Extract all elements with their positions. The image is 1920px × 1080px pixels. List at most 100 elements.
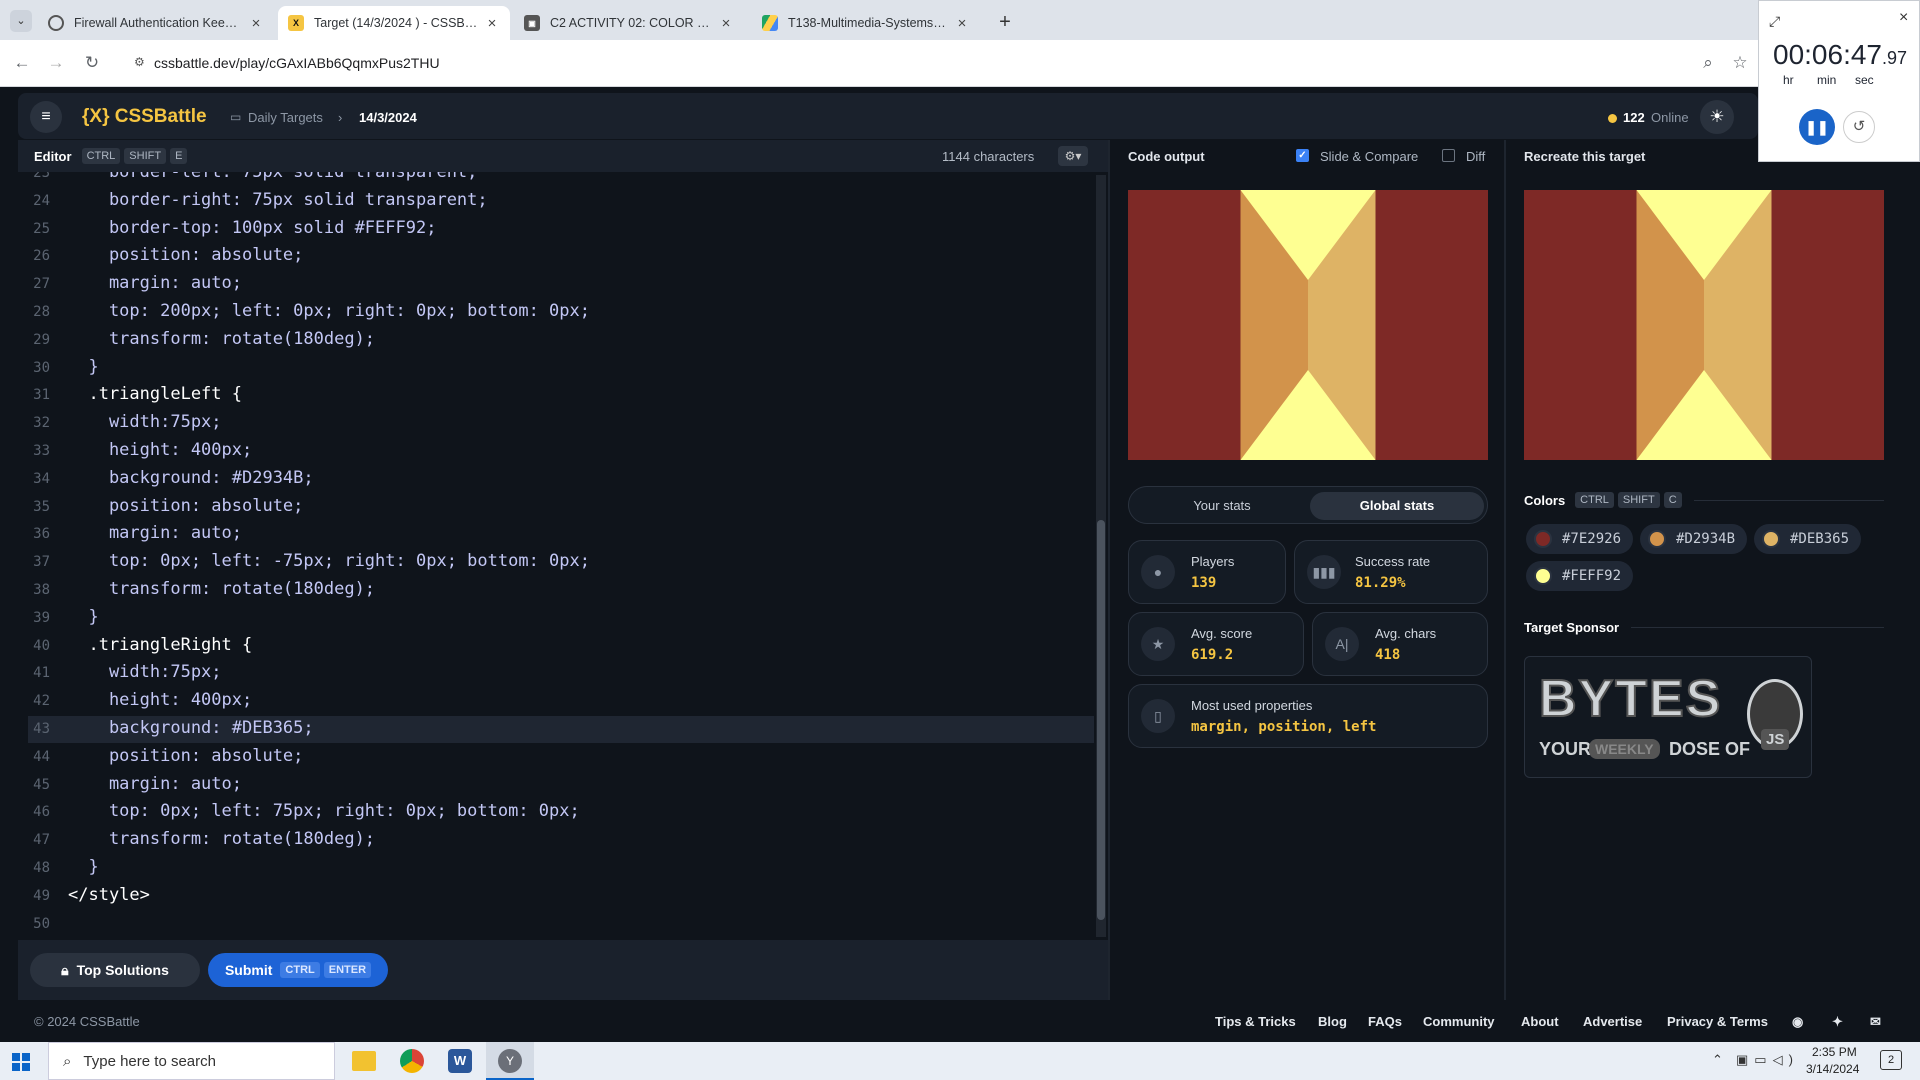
- tray-chevron-icon[interactable]: ⌃: [1712, 1052, 1723, 1068]
- forward-icon[interactable]: →: [44, 51, 68, 75]
- tray-icons[interactable]: ▣▭◁): [1736, 1052, 1799, 1068]
- code-line[interactable]: .triangleRight {: [68, 635, 252, 655]
- footer-link-faqs[interactable]: FAQs: [1368, 1014, 1402, 1029]
- close-tab-icon[interactable]: ×: [718, 15, 734, 32]
- browser-tab-active[interactable]: X Target (14/3/2024 ) - CSSBattle ×: [278, 6, 510, 40]
- code-line[interactable]: border-top: 100px solid #FEFF92;: [68, 218, 437, 238]
- color-chip[interactable]: #FEFF92: [1526, 561, 1634, 591]
- app-icon-active[interactable]: Y: [486, 1042, 534, 1080]
- footer-link-privacy[interactable]: Privacy & Terms: [1667, 1014, 1768, 1029]
- submit-button[interactable]: Submit CTRL ENTER: [208, 953, 388, 987]
- reset-button[interactable]: ↺: [1843, 111, 1875, 143]
- zoom-icon[interactable]: ⌕: [1696, 51, 1720, 75]
- close-icon[interactable]: ×: [1899, 9, 1908, 27]
- avg-chars-label: Avg. chars: [1375, 626, 1437, 641]
- sponsor-card[interactable]: BYTES YOUR WEEKLY DOSE OF JS: [1524, 656, 1812, 778]
- taskbar: ⌕ Type here to search W Y ⌃ ▣▭◁) 2:35 PM…: [0, 1042, 1920, 1080]
- scrollbar-thumb[interactable]: [1097, 520, 1105, 920]
- theme-toggle-icon[interactable]: ☀: [1700, 100, 1734, 134]
- code-line[interactable]: background: #D2934B;: [68, 468, 314, 488]
- notification-icon[interactable]: 2: [1880, 1050, 1902, 1070]
- cssbattle-logo[interactable]: {X} CSSBattle: [82, 106, 207, 128]
- footer-link-tips[interactable]: Tips & Tricks: [1215, 1014, 1296, 1029]
- color-chip[interactable]: #DEB365: [1754, 524, 1862, 554]
- slide-compare-label[interactable]: Slide & Compare: [1320, 149, 1418, 164]
- diff-label[interactable]: Diff: [1466, 149, 1485, 164]
- twitter-icon[interactable]: ✦: [1832, 1014, 1843, 1030]
- file-explorer-icon[interactable]: [352, 1051, 376, 1071]
- color-chip[interactable]: #D2934B: [1640, 524, 1748, 554]
- word-icon[interactable]: W: [448, 1049, 472, 1073]
- code-line[interactable]: transform: rotate(180deg);: [68, 579, 375, 599]
- timer-widget[interactable]: ⤢ × 00:06:47.97 hr min sec ❚❚ ↺: [1758, 0, 1920, 162]
- slide-compare-checkbox[interactable]: ✓: [1296, 149, 1309, 162]
- clock-time[interactable]: 2:35 PM: [1812, 1045, 1857, 1059]
- code-line[interactable]: .triangleLeft {: [68, 384, 242, 404]
- target-preview[interactable]: [1524, 190, 1884, 460]
- taskbar-search-field[interactable]: ⌕ Type here to search: [48, 1042, 335, 1080]
- code-line[interactable]: top: 0px; left: 75px; right: 0px; bottom…: [68, 801, 580, 821]
- code-line[interactable]: }: [68, 607, 98, 627]
- code-line[interactable]: </style>: [68, 885, 150, 905]
- color-chip[interactable]: #7E2926: [1526, 524, 1634, 554]
- footer-link-community[interactable]: Community: [1423, 1014, 1495, 1029]
- code-line[interactable]: width:75px;: [68, 662, 222, 682]
- code-editor[interactable]: 23 border-left: 75px solid transparent; 2…: [18, 172, 1094, 940]
- code-line[interactable]: height: 400px;: [68, 690, 252, 710]
- timer-display: 00:06:47.97: [1773, 39, 1907, 71]
- footer-link-about[interactable]: About: [1521, 1014, 1559, 1029]
- code-line[interactable]: position: absolute;: [68, 496, 303, 516]
- code-line[interactable]: border-right: 75px solid transparent;: [68, 190, 488, 210]
- reload-icon[interactable]: ↻: [80, 51, 104, 75]
- line-number: 44: [33, 748, 50, 765]
- new-tab-button[interactable]: +: [992, 9, 1018, 35]
- code-line[interactable]: top: 200px; left: 0px; right: 0px; botto…: [68, 301, 590, 321]
- code-line[interactable]: height: 400px;: [68, 440, 252, 460]
- color-code: #7E2926: [1562, 531, 1622, 547]
- browser-tab[interactable]: T138-Multimedia-Systems-Doc ×: [752, 6, 980, 40]
- close-tab-icon[interactable]: ×: [954, 15, 970, 32]
- code-line[interactable]: }: [68, 857, 98, 877]
- browser-tab[interactable]: ▣ C2 ACTIVITY 02: COLOR GENER ×: [514, 6, 744, 40]
- pause-button[interactable]: ❚❚: [1799, 109, 1835, 145]
- chrome-icon[interactable]: [400, 1049, 424, 1073]
- code-line[interactable]: width:75px;: [68, 412, 222, 432]
- site-info-icon[interactable]: ⚙: [134, 55, 145, 69]
- top-solutions-button[interactable]: 🔒︎ Top Solutions: [30, 953, 200, 987]
- discord-icon[interactable]: ◉: [1792, 1014, 1803, 1030]
- footer-link-advertise[interactable]: Advertise: [1583, 1014, 1642, 1029]
- bookmark-star-icon[interactable]: ☆: [1728, 51, 1752, 75]
- tab-global-stats[interactable]: Global stats: [1310, 492, 1484, 520]
- editor-settings-icon[interactable]: ⚙▾: [1058, 146, 1088, 166]
- breadcrumb-daily-targets[interactable]: Daily Targets: [248, 110, 323, 125]
- windows-start-icon[interactable]: [12, 1053, 30, 1071]
- back-icon[interactable]: ←: [10, 51, 34, 75]
- code-line[interactable]: margin: auto;: [68, 523, 242, 543]
- code-line[interactable]: }: [68, 357, 98, 377]
- close-tab-icon[interactable]: ×: [248, 15, 264, 32]
- code-output-preview[interactable]: [1128, 190, 1488, 460]
- browser-tab[interactable]: Firewall Authentication Keepali ×: [38, 6, 274, 40]
- code-line[interactable]: background: #DEB365;: [68, 718, 314, 738]
- tab-search-button[interactable]: ⌄: [10, 10, 32, 32]
- code-line[interactable]: margin: auto;: [68, 774, 242, 794]
- cssbattle-icon: X: [288, 15, 304, 31]
- code-line[interactable]: position: absolute;: [68, 245, 303, 265]
- url-field[interactable]: ⚙ cssbattle.dev/play/cGAxIABb6QqmxPus2TH…: [124, 46, 1734, 80]
- code-line[interactable]: border-left: 75px solid transparent;: [68, 172, 477, 182]
- code-line[interactable]: top: 0px; left: -75px; right: 0px; botto…: [68, 551, 590, 571]
- code-line[interactable]: transform: rotate(180deg);: [68, 329, 375, 349]
- code-line[interactable]: transform: rotate(180deg);: [68, 829, 375, 849]
- hamburger-menu-icon[interactable]: ≡: [30, 101, 62, 133]
- footer-link-blog[interactable]: Blog: [1318, 1014, 1347, 1029]
- diff-checkbox[interactable]: [1442, 149, 1455, 162]
- close-tab-icon[interactable]: ×: [484, 15, 500, 32]
- tab-your-stats[interactable]: Your stats: [1134, 492, 1310, 520]
- editor-scrollbar[interactable]: [1096, 175, 1106, 937]
- code-line[interactable]: position: absolute;: [68, 746, 303, 766]
- online-count: 122: [1623, 110, 1645, 125]
- expand-icon[interactable]: ⤢: [1769, 13, 1780, 30]
- code-line[interactable]: margin: auto;: [68, 273, 242, 293]
- mail-icon[interactable]: ✉: [1870, 1014, 1881, 1030]
- clock-date[interactable]: 3/14/2024: [1806, 1062, 1859, 1076]
